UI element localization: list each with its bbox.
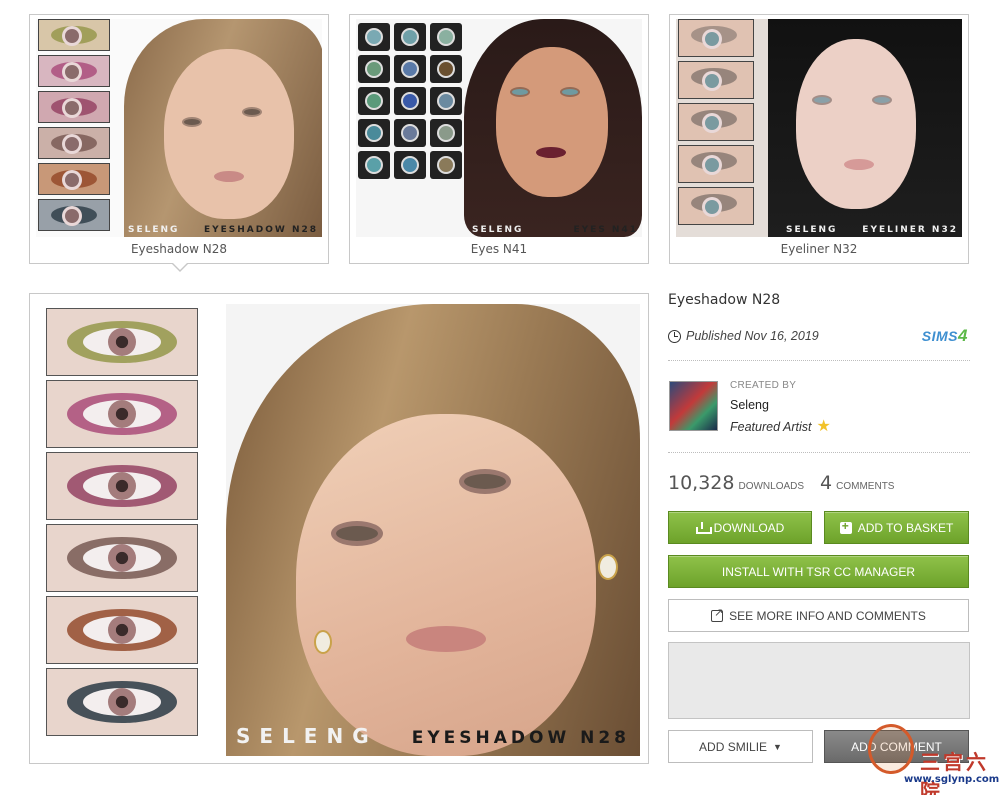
watermark-maker: SELENG (786, 225, 838, 235)
see-more-info-button[interactable]: SEE MORE INFO AND COMMENTS (668, 599, 969, 632)
swatch-olive (46, 308, 198, 376)
creator-name[interactable]: Seleng (730, 398, 769, 412)
selected-pointer (171, 262, 189, 272)
add-comment-button[interactable]: ADD COMMENT (824, 730, 969, 763)
swatch-magenta (46, 380, 198, 448)
comments-count: 4 (820, 472, 833, 494)
thumbnail-caption: Eyeshadow N28 (130, 242, 228, 256)
swatch-column (46, 308, 200, 740)
eye-color-grid (358, 23, 462, 179)
created-by-label: CREATED BY (730, 380, 797, 391)
swatch-column (678, 19, 754, 229)
clock-icon (668, 329, 681, 343)
downloads-label: DOWNLOADS (738, 481, 805, 492)
watermark-maker: SELENG (472, 225, 524, 235)
thumbnail-eyes-n41[interactable]: SELENG EYES N41 Eyes N41 (349, 14, 649, 264)
watermark-maker: SELENG (236, 724, 378, 748)
comment-textarea[interactable] (668, 642, 970, 719)
download-button[interactable]: DOWNLOAD (668, 511, 812, 544)
divider (668, 360, 970, 361)
published-date: Published Nov 16, 2019 (668, 329, 819, 343)
thumbnail-eyeliner-n32[interactable]: SELENG EYELINER N32 Eyeliner N32 (669, 14, 969, 264)
creator-badge: Featured Artist ★ (730, 419, 831, 435)
thumbnail-image: SELENG EYELINER N32 (676, 19, 962, 237)
add-to-basket-button[interactable]: ADD TO BASKET (824, 511, 969, 544)
details-panel: Eyeshadow N28 Published Nov 16, 2019 SIM… (668, 292, 970, 763)
watermark-product: EYESHADOW N28 (203, 225, 318, 235)
model-photo: SELENG EYESHADOW N28 (226, 304, 640, 756)
watermark-maker: SELENG (128, 225, 180, 235)
featured-artist-label: Featured Artist (730, 420, 812, 434)
thumbnail-image: SELENG EYES N41 (356, 19, 642, 237)
swatch-brown (46, 524, 198, 592)
install-tsr-button[interactable]: INSTALL WITH TSR CC MANAGER (668, 555, 969, 588)
stats-row: 10,328 DOWNLOADS 4 COMMENTS (668, 472, 910, 494)
thumbnail-image: SELENG EYESHADOW N28 (36, 19, 322, 237)
add-smilie-button[interactable]: ADD SMILIE ▼ (668, 730, 813, 763)
watermark-url: www.sglynp.com (904, 774, 999, 785)
comments-label: COMMENTS (836, 481, 895, 492)
watermark-product: EYELINER N32 (862, 225, 958, 235)
divider (668, 452, 970, 453)
swatch-column (38, 19, 114, 235)
swatch-rust (46, 596, 198, 664)
sims4-logo: SIMS4 (921, 326, 968, 345)
main-preview-image: SELENG EYESHADOW N28 (29, 293, 649, 764)
published-text: Published Nov 16, 2019 (686, 329, 819, 343)
external-link-icon (711, 606, 723, 622)
item-title: Eyeshadow N28 (668, 292, 781, 308)
downloads-count: 10,328 (668, 472, 735, 494)
swatch-charcoal (46, 668, 198, 736)
caret-down-icon: ▼ (773, 741, 782, 752)
watermark-product: EYESHADOW N28 (411, 728, 630, 748)
swatch-berry (46, 452, 198, 520)
thumbnail-eyeshadow-n28[interactable]: SELENG EYESHADOW N28 Eyeshadow N28 (29, 14, 329, 272)
thumbnail-caption: Eyes N41 (470, 242, 528, 256)
thumbnail-caption: Eyeliner N32 (780, 242, 858, 256)
main-preview-content: SELENG EYESHADOW N28 (46, 304, 640, 756)
creator-avatar[interactable] (669, 381, 718, 431)
basket-add-icon (839, 519, 852, 534)
download-icon (695, 521, 712, 534)
star-icon: ★ (816, 418, 831, 435)
watermark-product: EYES N41 (573, 225, 638, 235)
